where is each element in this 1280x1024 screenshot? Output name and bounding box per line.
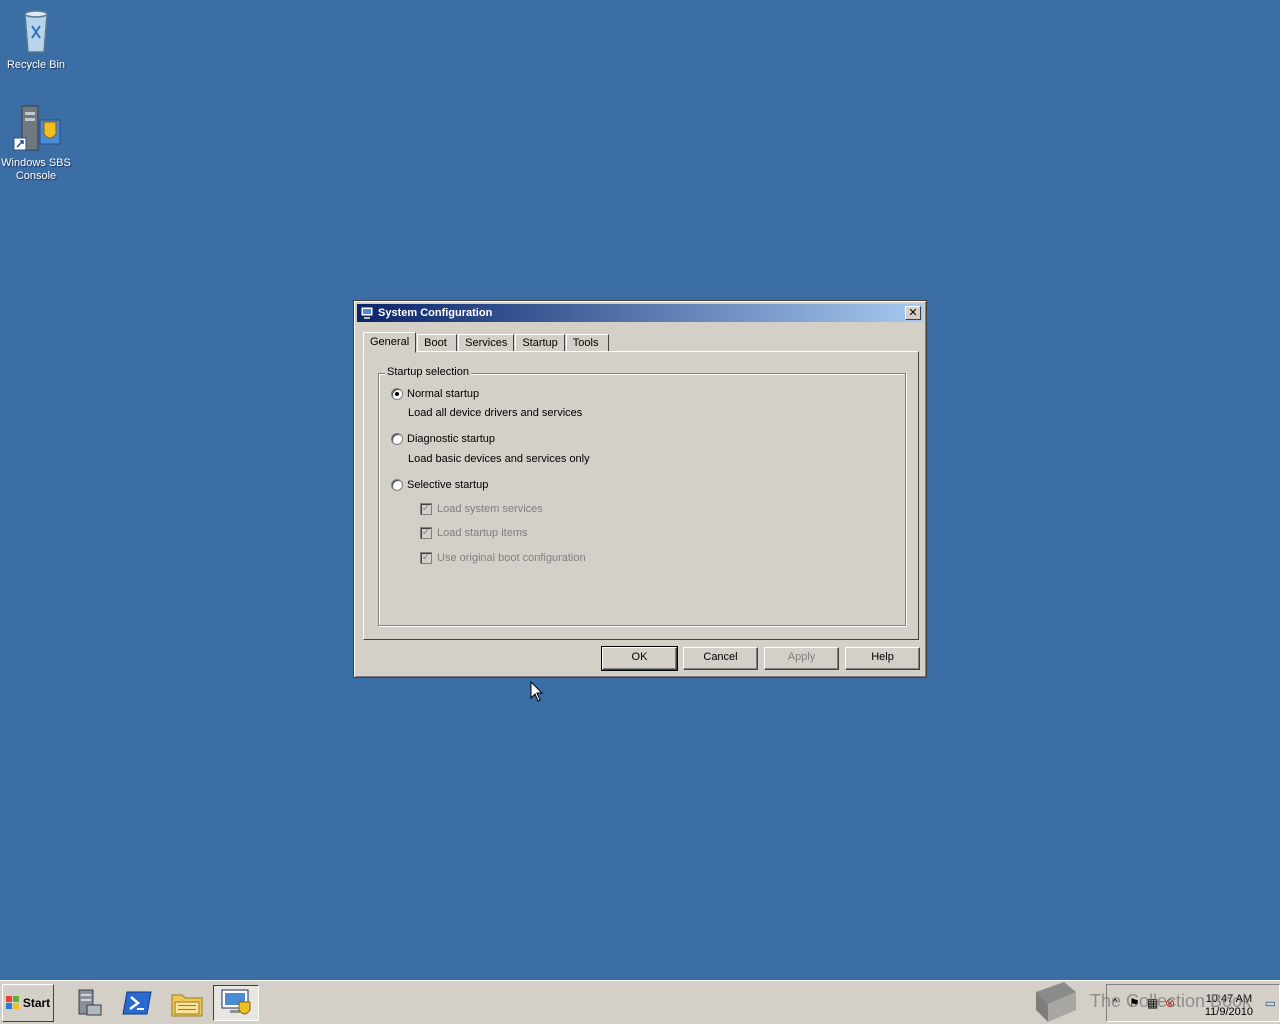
watermark-text: The Collection Book — [1090, 990, 1252, 1011]
help-button[interactable]: Help — [845, 647, 920, 670]
tab-startup[interactable]: Startup — [515, 334, 565, 352]
apply-button[interactable]: Apply — [764, 647, 839, 670]
desktop-icon-recycle-bin[interactable]: Recycle Bin — [0, 6, 72, 72]
system-configuration-icon — [221, 989, 251, 1015]
close-button[interactable]: ✕ — [905, 306, 921, 320]
checkbox-load-startup-items[interactable]: ✓ Load startup items — [420, 527, 528, 539]
taskbar-powershell[interactable] — [114, 985, 160, 1021]
close-icon: ✕ — [908, 306, 918, 319]
system-configuration-dialog: System Configuration ✕ General Boot Serv… — [353, 300, 927, 678]
ok-button[interactable]: OK — [601, 646, 678, 671]
radio-button[interactable] — [391, 479, 403, 491]
cancel-button[interactable]: Cancel — [683, 647, 758, 670]
checkbox-label: Load startup items — [437, 527, 528, 539]
checkbox-label: Use original boot configuration — [437, 552, 586, 564]
radio-label: Normal startup — [407, 388, 480, 400]
radio-button[interactable] — [391, 388, 403, 400]
windows-logo-icon — [5, 996, 19, 1009]
check-icon: ✓ — [420, 503, 432, 515]
book-icon — [1036, 982, 1076, 1022]
recycle-bin-icon — [24, 10, 48, 53]
check-icon: ✓ — [420, 552, 432, 564]
server-manager-icon — [78, 989, 102, 1016]
dialog-titlebar[interactable]: System Configuration ✕ — [357, 304, 923, 322]
desktop-icon-sbs-console[interactable]: Windows SBS Console — [0, 104, 72, 183]
radio-label: Selective startup — [407, 479, 489, 491]
system-configuration-icon — [360, 306, 374, 320]
radio-button[interactable] — [391, 433, 403, 445]
tab-tools[interactable]: Tools — [565, 334, 609, 352]
startup-selection-group: Startup selection Normal startup Load al… — [378, 366, 906, 626]
tab-general[interactable]: General — [363, 332, 417, 353]
start-button[interactable]: Start — [2, 984, 54, 1022]
option-description: Load all device drivers and services — [408, 407, 583, 419]
checkbox-use-original-boot-config[interactable]: ✓ Use original boot configuration — [420, 552, 586, 564]
checkbox-label: Load system services — [437, 503, 543, 515]
general-tab-panel: Startup selection Normal startup Load al… — [363, 351, 919, 640]
radio-label: Diagnostic startup — [407, 433, 496, 445]
desktop-icon-label: Windows SBS Console — [1, 157, 71, 182]
taskbar-file-explorer[interactable] — [164, 985, 210, 1021]
radio-selective-startup[interactable]: Selective startup — [391, 479, 488, 491]
checkbox-load-system-services[interactable]: ✓ Load system services — [420, 503, 543, 515]
check-icon: ✓ — [420, 527, 432, 539]
powershell-icon — [122, 991, 152, 1015]
taskbar-server-manager[interactable] — [64, 985, 110, 1021]
option-description: Load basic devices and services only — [408, 453, 590, 465]
dialog-title: System Configuration — [378, 307, 493, 319]
desktop-icon-label: Recycle Bin — [6, 59, 66, 71]
tab-services[interactable]: Services — [458, 334, 515, 352]
radio-selected-dot — [395, 392, 399, 396]
mouse-cursor-icon — [530, 681, 544, 702]
taskbar-system-configuration[interactable] — [213, 985, 259, 1021]
file-explorer-icon — [171, 994, 203, 1017]
radio-diagnostic-startup[interactable]: Diagnostic startup — [391, 433, 495, 445]
tab-strip: General Boot Services Startup Tools — [363, 332, 610, 353]
show-desktop-icon[interactable]: ▭ — [1265, 996, 1276, 1010]
group-title: Startup selection — [385, 366, 471, 378]
tab-boot[interactable]: Boot — [417, 334, 458, 352]
server-console-icon — [13, 105, 61, 151]
radio-normal-startup[interactable]: Normal startup — [391, 388, 479, 400]
watermark: The Collection Book — [1030, 978, 1251, 1024]
start-label: Start — [22, 996, 51, 1010]
